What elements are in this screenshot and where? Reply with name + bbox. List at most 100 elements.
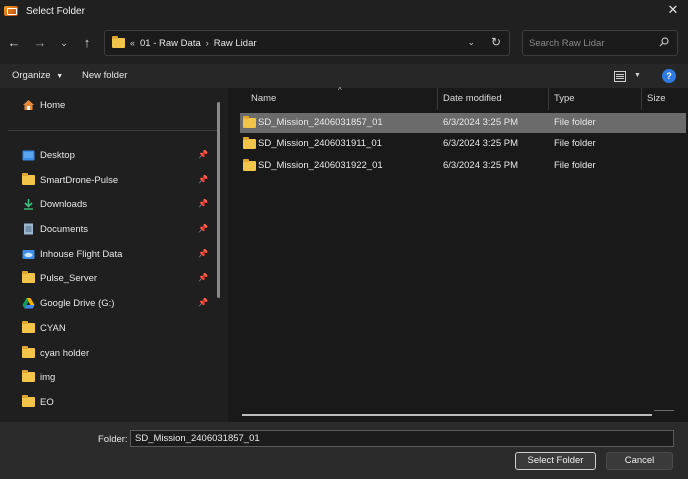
sort-ascending-icon: ^ (338, 86, 342, 95)
folder-icon (22, 395, 35, 407)
folder-icon (22, 271, 35, 283)
search-input[interactable] (529, 35, 653, 51)
column-header-size[interactable]: Size (647, 88, 665, 110)
sidebar-scrollbar[interactable] (217, 102, 220, 298)
details-view-icon (614, 71, 626, 82)
table-row[interactable]: SD_Mission_2406031922_01 6/3/2024 3:25 P… (240, 156, 686, 176)
sidebar-item-label: img (40, 371, 56, 383)
app-icon (4, 6, 18, 16)
pin-icon[interactable]: 📌 (198, 224, 208, 233)
select-folder-button[interactable]: Select Folder (515, 452, 596, 470)
organize-button[interactable]: Organize ▼ (12, 70, 63, 81)
sidebar-item-img[interactable]: img (22, 368, 218, 386)
table-row[interactable]: SD_Mission_2406031911_01 6/3/2024 3:25 P… (240, 134, 686, 154)
folder-icon (112, 36, 125, 48)
sidebar-item-inhouse-flight-data[interactable]: Inhouse Flight Data 📌 (22, 245, 218, 263)
column-header-type[interactable]: Type (554, 88, 575, 110)
horizontal-scrollbar[interactable] (242, 414, 652, 416)
pin-icon[interactable]: 📌 (198, 199, 208, 208)
sidebar-item-label: Desktop (40, 149, 75, 161)
folder-field-label: Folder: (98, 434, 128, 445)
sidebar-item-label: SmartDrone-Pulse (40, 174, 119, 186)
refresh-icon[interactable]: ↻ (491, 35, 501, 49)
folder-icon (22, 173, 35, 185)
folder-icon (22, 346, 35, 358)
search-box[interactable] (522, 30, 678, 56)
forward-arrow-icon[interactable]: → (32, 35, 48, 51)
pin-icon[interactable]: 📌 (198, 249, 208, 258)
help-icon[interactable]: ? (662, 69, 676, 83)
sidebar-item-documents[interactable]: Documents 📌 (22, 220, 218, 238)
pin-icon[interactable]: 📌 (198, 175, 208, 184)
sidebar-item-label: cyan holder (40, 347, 90, 359)
scrollbar-track-end (654, 410, 674, 411)
up-arrow-icon[interactable]: ↑ (79, 35, 95, 51)
navigation-bar: ← → ⌄ ↑ « 01 - Raw Data › Raw Lidar ⌄ ↻ (0, 24, 688, 62)
google-drive-icon (22, 298, 35, 309)
documents-icon (24, 223, 33, 235)
view-dropdown-icon: ▼ (634, 72, 641, 79)
address-dropdown-chevron-icon[interactable]: ⌄ (467, 37, 475, 48)
sidebar-item-eo[interactable]: EO (22, 393, 218, 411)
sidebar-item-cyan[interactable]: CYAN (22, 319, 218, 337)
folder-icon (243, 159, 256, 171)
sidebar-item-pulse-server[interactable]: Pulse_Server 📌 (22, 269, 218, 287)
pin-icon[interactable]: 📌 (198, 150, 208, 159)
download-icon (24, 199, 33, 210)
folder-name-input[interactable] (130, 430, 674, 447)
dialog-footer: Folder: Select Folder Cancel (0, 422, 688, 479)
recent-locations-chevron-icon[interactable]: ⌄ (56, 35, 72, 51)
cancel-button[interactable]: Cancel (606, 452, 673, 470)
sidebar-item-google-drive[interactable]: Google Drive (G:) 📌 (22, 294, 218, 312)
file-type: File folder (554, 160, 596, 171)
close-icon[interactable]: ✕ (666, 3, 680, 17)
sidebar-divider (8, 130, 218, 131)
column-header-date-modified[interactable]: Date modified (443, 88, 502, 110)
address-bar[interactable]: « 01 - Raw Data › Raw Lidar ⌄ ↻ (104, 30, 510, 56)
pin-icon[interactable]: 📌 (198, 298, 208, 307)
navigation-pane: Home Desktop 📌 SmartDrone-Pulse 📌 Downlo… (0, 88, 226, 422)
sidebar-item-cyan-holder[interactable]: cyan holder (22, 344, 218, 362)
sidebar-item-label: CYAN (40, 322, 66, 334)
column-divider[interactable] (437, 88, 438, 110)
sidebar-item-desktop[interactable]: Desktop 📌 (22, 146, 218, 164)
title-bar: Select Folder ✕ (0, 0, 688, 22)
home-icon (23, 100, 34, 110)
organize-dropdown-icon: ▼ (56, 73, 64, 80)
table-row[interactable]: SD_Mission_2406031857_01 6/3/2024 3:25 P… (240, 113, 686, 133)
sidebar-item-label: Google Drive (G:) (40, 297, 115, 309)
organize-label: Organize (12, 70, 51, 81)
sidebar-item-label: Downloads (40, 198, 87, 210)
search-icon[interactable] (659, 37, 669, 47)
sidebar-item-label: Home (40, 99, 66, 111)
folder-icon (243, 116, 256, 128)
file-name: SD_Mission_2406031857_01 (258, 117, 383, 128)
breadcrumb-item-raw-data[interactable]: 01 - Raw Data (140, 38, 201, 49)
sidebar-item-label: EO (40, 396, 54, 408)
cloud-folder-icon (22, 250, 35, 259)
file-list-pane: ^ Name Date modified Type Size SD_Missio… (228, 86, 688, 422)
new-folder-button[interactable]: New folder (82, 70, 127, 81)
breadcrumb-chevron-icon: › (205, 38, 209, 48)
view-options-button[interactable]: ▼ (614, 70, 644, 84)
file-type: File folder (554, 117, 596, 128)
column-divider[interactable] (548, 88, 549, 110)
sidebar-item-home[interactable]: Home (22, 96, 218, 114)
folder-icon (22, 370, 35, 382)
file-date: 6/3/2024 3:25 PM (443, 117, 518, 128)
breadcrumb-item-raw-lidar[interactable]: Raw Lidar (214, 38, 257, 49)
file-date: 6/3/2024 3:25 PM (443, 138, 518, 149)
sidebar-item-label: Documents (40, 223, 89, 235)
file-name: SD_Mission_2406031911_01 (258, 138, 382, 149)
file-date: 6/3/2024 3:25 PM (443, 160, 518, 171)
sidebar-item-downloads[interactable]: Downloads 📌 (22, 195, 218, 213)
breadcrumb-overflow-icon[interactable]: « (130, 38, 135, 48)
pin-icon[interactable]: 📌 (198, 273, 208, 282)
sidebar-item-label: Inhouse Flight Data (40, 248, 123, 260)
column-divider[interactable] (641, 88, 642, 110)
window-title: Select Folder (26, 5, 85, 17)
desktop-icon (22, 150, 35, 160)
column-header-name[interactable]: Name (251, 88, 276, 110)
back-arrow-icon[interactable]: ← (6, 35, 22, 51)
sidebar-item-smartdrone-pulse[interactable]: SmartDrone-Pulse 📌 (22, 171, 218, 189)
